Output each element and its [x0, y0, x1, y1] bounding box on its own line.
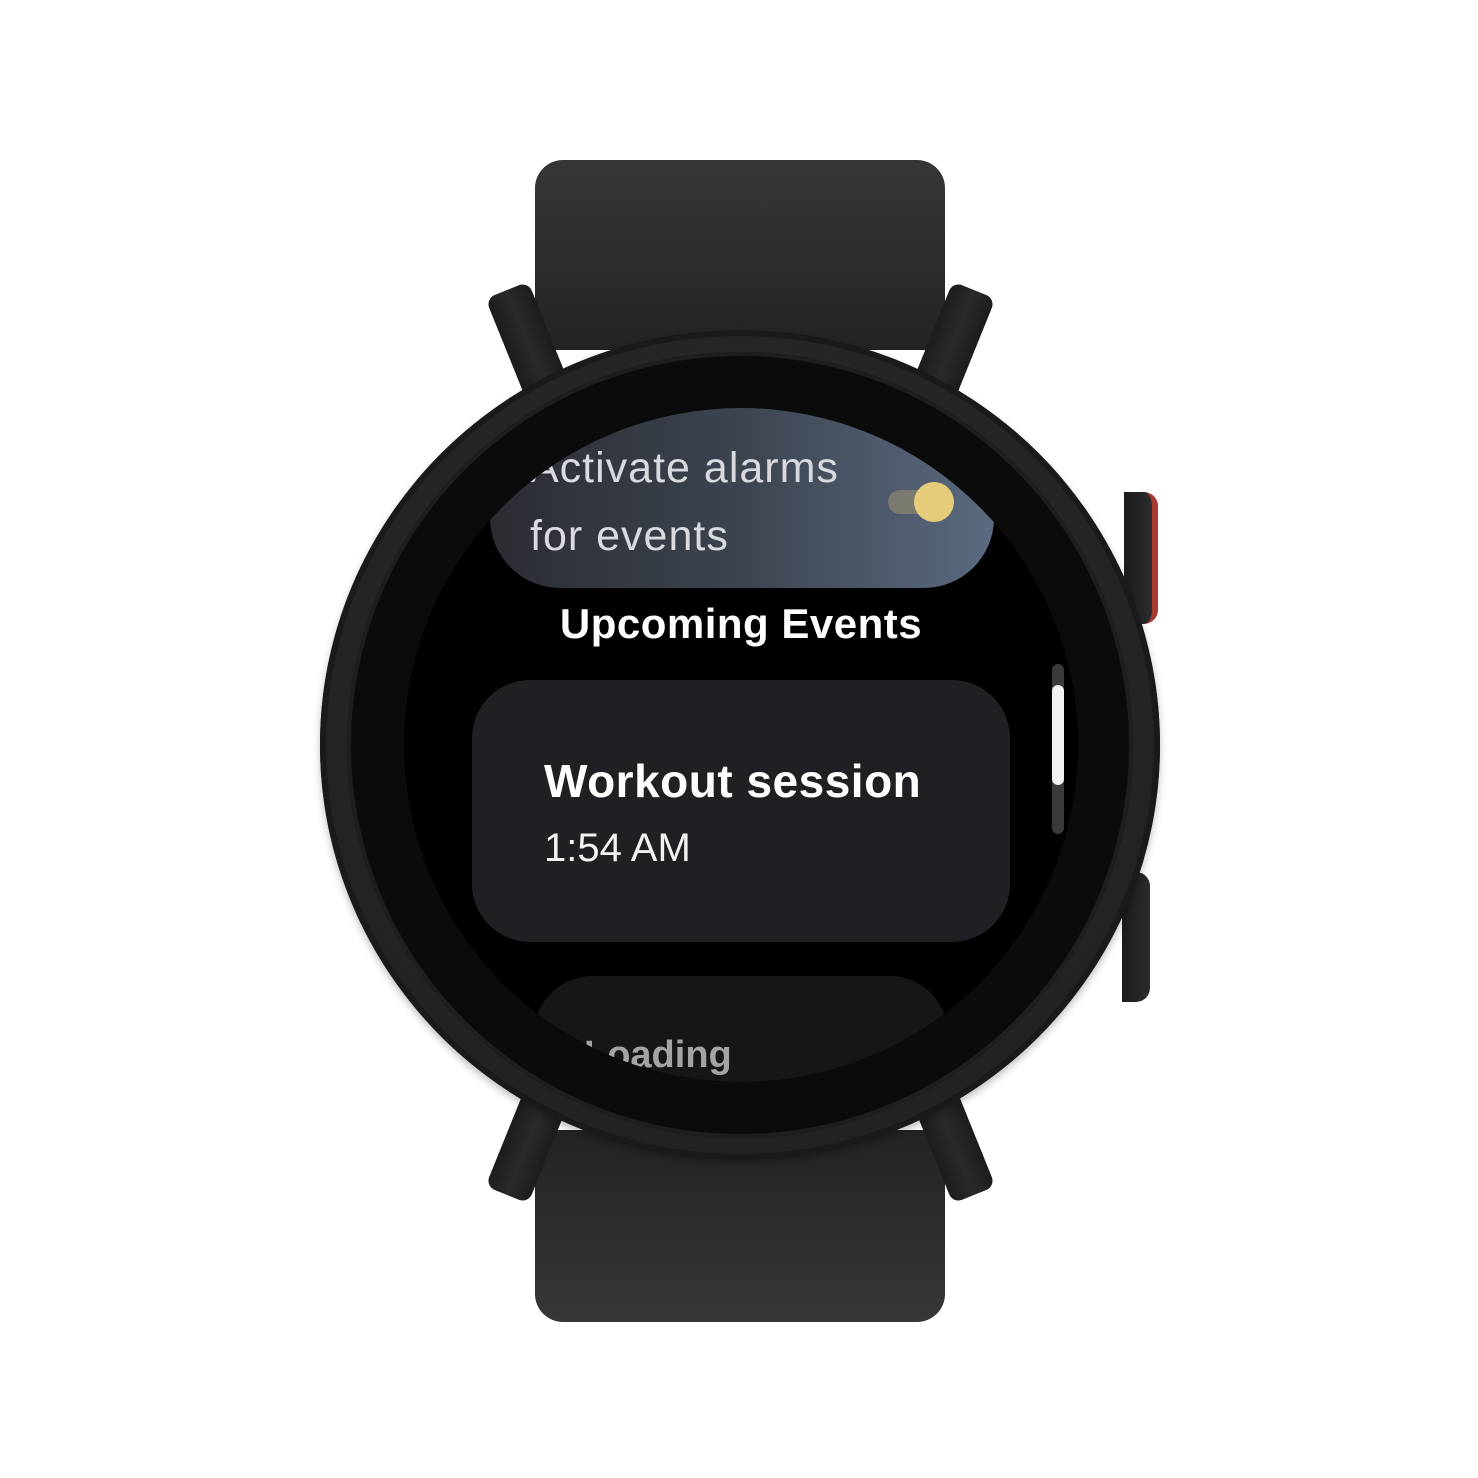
loading-card: Loading: [534, 976, 948, 1082]
activate-alarms-label: Activate alarms for events: [530, 444, 839, 560]
upcoming-events-title: Upcoming Events: [559, 600, 923, 647]
scroll-indicator-thumb[interactable]: [1052, 685, 1064, 785]
activate-alarms-switch[interactable]: [886, 478, 956, 522]
watch-strap-top: [535, 160, 945, 350]
activate-alarms-toggle-chip[interactable]: Activate alarms for events: [490, 408, 994, 588]
loading-text: Loading: [584, 1034, 732, 1076]
event-title: Workout session: [544, 755, 922, 807]
scroll-indicator[interactable]: [1052, 664, 1064, 834]
watch-screen: Activate alarms for events Upcoming Even…: [404, 408, 1078, 1082]
event-time: 1:54 AM: [544, 826, 691, 870]
watch-frame: Activate alarms for events Upcoming Even…: [0, 0, 1478, 1478]
switch-thumb: [914, 482, 954, 522]
event-card[interactable]: Workout session 1:54 AM: [472, 680, 1010, 942]
